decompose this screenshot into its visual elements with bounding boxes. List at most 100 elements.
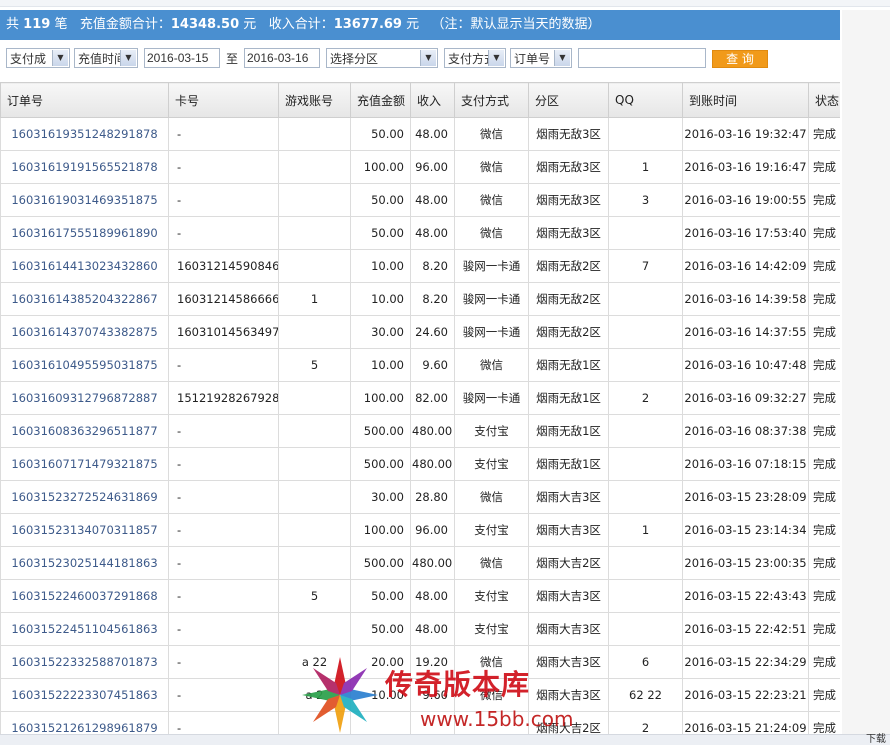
game-account-cell bbox=[278, 513, 351, 547]
table-row: 16031610495595031875-5 10.00 9.60 微信 烟雨无敌1区 2… bbox=[0, 348, 840, 382]
column-header: 状态 bbox=[808, 82, 840, 118]
arrival-time-cell: 2016-03-15 22:42:51 bbox=[682, 612, 809, 646]
order-id-cell[interactable]: 16031523272524631869 bbox=[0, 480, 169, 514]
arrival-time-cell: 2016-03-16 19:32:47 bbox=[682, 117, 809, 151]
order-id-cell[interactable]: 16031609312796872887 bbox=[0, 381, 169, 415]
order-id-cell[interactable]: 16031522332588701873 bbox=[0, 645, 169, 679]
chevron-down-icon[interactable]: ▼ bbox=[52, 50, 68, 66]
order-id-cell[interactable]: 16031614413023432860 bbox=[0, 249, 169, 283]
table-row: 16031619351248291878- 50.00 48.00 微信 烟雨无敌3区 2… bbox=[0, 117, 840, 151]
status-cell: 完成 bbox=[808, 183, 840, 217]
time-type-select[interactable]: 充值时间 ▼ bbox=[74, 48, 138, 68]
arrival-time-cell: 2016-03-15 23:00:35 bbox=[682, 546, 809, 580]
table-body: 16031619351248291878-50.00 48.00 微信 烟雨无敌3区 2… bbox=[0, 117, 840, 744]
chevron-down-icon[interactable]: ▼ bbox=[420, 50, 436, 66]
date-from-input[interactable] bbox=[144, 48, 220, 68]
browser-top-strip bbox=[0, 0, 890, 7]
zone-select[interactable]: 选择分区 ▼ bbox=[326, 48, 438, 68]
zone-cell: 烟雨无敌1区 bbox=[528, 348, 609, 382]
qq-cell: 2 bbox=[608, 381, 683, 415]
table-row: 16031523134070311857- 100.00 96.00 支付宝 烟雨大吉3… bbox=[0, 513, 840, 547]
pay-method-cell: 微信 bbox=[454, 348, 529, 382]
zone-cell: 烟雨无敌3区 bbox=[528, 183, 609, 217]
order-id-cell[interactable]: 16031610495595031875 bbox=[0, 348, 169, 382]
order-id-cell[interactable]: 16031614385204322867 bbox=[0, 282, 169, 316]
order-id-cell[interactable]: 16031619191565521878 bbox=[0, 150, 169, 184]
search-input[interactable] bbox=[578, 48, 706, 68]
watermark-text: 传奇版本库 bbox=[385, 668, 531, 701]
status-cell: 完成 bbox=[808, 645, 840, 679]
recharge-amount-cell: 500.00 bbox=[350, 414, 411, 448]
column-header: 订单号 bbox=[0, 82, 169, 118]
game-account-cell bbox=[278, 315, 351, 349]
pay-method-cell: 支付宝 bbox=[454, 414, 529, 448]
order-id-cell[interactable]: 16031614370743382875 bbox=[0, 315, 169, 349]
order-id-cell[interactable]: 16031522451104561863 bbox=[0, 612, 169, 646]
qq-cell bbox=[608, 447, 683, 481]
chevron-down-icon[interactable]: ▼ bbox=[488, 50, 504, 66]
status-select-value: 支付成 bbox=[10, 52, 47, 66]
zone-cell: 烟雨无敌2区 bbox=[528, 282, 609, 316]
status-cell: 完成 bbox=[808, 315, 840, 349]
pay-method-cell: 骏网一卡通 bbox=[454, 381, 529, 415]
qq-cell: 62 22 bbox=[608, 678, 683, 712]
zone-cell: 烟雨无敌1区 bbox=[528, 381, 609, 415]
query-button[interactable]: 查 询 bbox=[712, 50, 768, 68]
pay-method-cell: 微信 bbox=[454, 183, 529, 217]
order-id-cell[interactable]: 16031523134070311857 bbox=[0, 513, 169, 547]
search-field-select[interactable]: 订单号 ▼ bbox=[510, 48, 572, 68]
table-row: 16031522460037291868-5 50.00 48.00 支付宝 烟雨大吉3… bbox=[0, 579, 840, 613]
logo-star-icon bbox=[302, 657, 378, 733]
zone-cell: 烟雨大吉3区 bbox=[528, 612, 609, 646]
game-account-cell: 5 bbox=[278, 348, 351, 382]
recharge-amount-cell: 50.00 bbox=[350, 579, 411, 613]
qq-cell bbox=[608, 315, 683, 349]
watermark-url: www.15bb.com bbox=[420, 707, 574, 731]
table-row: 16031608363296511877- 500.00 480.00 支付宝 烟雨无敌… bbox=[0, 414, 840, 448]
chevron-down-icon[interactable]: ▼ bbox=[120, 50, 136, 66]
game-account-cell bbox=[278, 447, 351, 481]
card-number-cell: - bbox=[168, 150, 279, 184]
order-id-cell[interactable]: 16031523025144181863 bbox=[0, 546, 169, 580]
filter-bar: 支付成 ▼ 充值时间 ▼ 至 选择分区 ▼ 支付方式 ▼ 订单号 ▼ 查 询 bbox=[6, 48, 846, 70]
order-id-cell[interactable]: 16031619031469351875 bbox=[0, 183, 169, 217]
arrival-time-cell: 2016-03-15 22:43:43 bbox=[682, 579, 809, 613]
order-id-cell[interactable]: 16031522460037291868 bbox=[0, 579, 169, 613]
recharge-amount-cell: 50.00 bbox=[350, 183, 411, 217]
game-account-cell bbox=[278, 117, 351, 151]
order-id-cell[interactable]: 16031607171479321875 bbox=[0, 447, 169, 481]
arrival-time-cell: 2016-03-15 23:28:09 bbox=[682, 480, 809, 514]
card-number-cell: - bbox=[168, 117, 279, 151]
recharge-amount-cell: 10.00 bbox=[350, 348, 411, 382]
table-header-row: 订单号 卡号 游戏账号 充值金额 收入 支付方式 分区 QQ 到账时间 状态 bbox=[0, 82, 840, 118]
pay-method-select[interactable]: 支付方式 ▼ bbox=[444, 48, 506, 68]
qq-cell: 1 bbox=[608, 150, 683, 184]
income-cell: 48.00 bbox=[410, 216, 455, 250]
pay-method-cell: 支付宝 bbox=[454, 612, 529, 646]
order-id-cell[interactable]: 16031617555189961890 bbox=[0, 216, 169, 250]
arrival-time-cell: 2016-03-15 22:34:29 bbox=[682, 645, 809, 679]
order-id-cell[interactable]: 16031619351248291878 bbox=[0, 117, 169, 151]
column-header: 到账时间 bbox=[682, 82, 809, 118]
date-to-input[interactable] bbox=[244, 48, 320, 68]
arrival-time-cell: 2016-03-15 22:23:21 bbox=[682, 678, 809, 712]
status-cell: 完成 bbox=[808, 249, 840, 283]
pay-method-cell: 骏网一卡通 bbox=[454, 282, 529, 316]
status-cell: 完成 bbox=[808, 678, 840, 712]
order-id-cell[interactable]: 16031522223307451863 bbox=[0, 678, 169, 712]
game-account-cell bbox=[278, 216, 351, 250]
game-account-cell bbox=[278, 546, 351, 580]
chevron-down-icon[interactable]: ▼ bbox=[554, 50, 570, 66]
zone-cell: 烟雨无敌1区 bbox=[528, 447, 609, 481]
order-id-cell[interactable]: 16031608363296511877 bbox=[0, 414, 169, 448]
recharge-amount-cell: 10.00 bbox=[350, 282, 411, 316]
status-cell: 完成 bbox=[808, 414, 840, 448]
column-header: 收入 bbox=[410, 82, 455, 118]
recharge-amount-cell: 500.00 bbox=[350, 546, 411, 580]
recharge-total: 14348.50 bbox=[170, 17, 240, 32]
pay-method-cell: 微信 bbox=[454, 480, 529, 514]
recharge-amount-cell: 30.00 bbox=[350, 480, 411, 514]
status-cell: 完成 bbox=[808, 447, 840, 481]
card-number-cell: - bbox=[168, 447, 279, 481]
status-select[interactable]: 支付成 ▼ bbox=[6, 48, 70, 68]
